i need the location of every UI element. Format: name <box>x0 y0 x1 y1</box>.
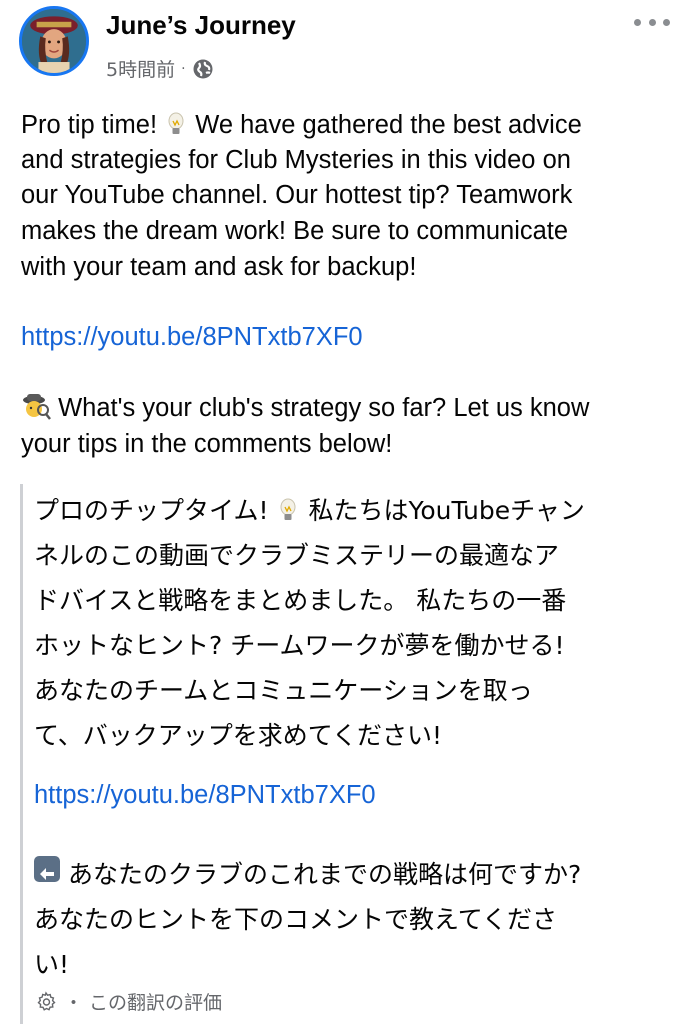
facebook-post: June’s Journey 5時間前 · Pro tip time! We h… <box>0 0 684 1024</box>
globe-icon <box>192 58 214 80</box>
post-text-line: Pro tip time! We have gathered the best … <box>21 108 671 144</box>
translation-youtube-link[interactable]: https://youtu.be/8PNTxtb7XF0 <box>34 781 376 810</box>
translation-line: ネルのこの動画でクラブミステリーの最適なア <box>34 541 560 570</box>
light-bulb-icon <box>276 492 300 520</box>
translation-line: ホットなヒント? チームワークが夢を働かせる! <box>34 631 565 660</box>
translation-question-line: あなたのヒントを下のコメントで教えてくださ <box>34 905 558 934</box>
gear-icon <box>34 990 58 1014</box>
translation-line: あなたのチームとコミュニケーションを取っ <box>34 676 533 705</box>
translation-line: プロのチップタイム! 私たちはYouTubeチャン <box>34 488 664 533</box>
post-text-line: our YouTube channel. Our hottest tip? Te… <box>21 181 573 209</box>
translation-segment: あなたのクラブのこれまでの戦略は何ですか? <box>68 860 582 889</box>
more-options-icon[interactable] <box>634 10 670 34</box>
meta-separator: · <box>181 60 186 77</box>
youtube-link[interactable]: https://youtu.be/8PNTxtb7XF0 <box>21 320 671 356</box>
translation-question-line: い! <box>34 950 70 979</box>
rate-translation[interactable]: ・ この翻訳の評価 <box>34 988 222 1015</box>
question-text: What's your club's strategy so far? Let … <box>58 394 590 422</box>
translation-divider <box>20 484 23 1024</box>
rate-translation-label[interactable]: この翻訳の評価 <box>89 988 222 1015</box>
post-text-line: with your team and ask for backup! <box>21 253 417 281</box>
author-name[interactable]: June’s Journey <box>106 10 296 41</box>
translation-segment: プロのチップタイム! <box>34 496 269 525</box>
post-text-line: and strategies for Club Mysteries in thi… <box>21 146 571 174</box>
post-text-segment: We have gathered the best advice <box>195 111 582 139</box>
question-line: your tips in the comments below! <box>21 430 393 458</box>
post-text-segment: Pro tip time! <box>21 111 158 139</box>
post-text-line: makes the dream work! Be sure to communi… <box>21 217 569 245</box>
light-bulb-icon <box>164 111 188 137</box>
avatar[interactable] <box>19 6 89 76</box>
detective-icon <box>21 392 51 420</box>
translation-line: ドバイスと戦略をまとめました。 私たちの一番 <box>34 586 567 615</box>
post-time[interactable]: 5時間前 <box>106 55 175 82</box>
question-line: What's your club's strategy so far? Let … <box>21 391 671 427</box>
post-meta: 5時間前 · <box>106 55 214 82</box>
back-arrow-icon <box>34 856 60 882</box>
translation-segment: 私たちはYouTubeチャン <box>308 496 585 525</box>
translation-line: て、バックアップを求めてください! <box>34 721 443 750</box>
translation-question-line: あなたのクラブのこれまでの戦略は何ですか? <box>34 852 664 897</box>
rate-separator: ・ <box>64 992 84 1014</box>
